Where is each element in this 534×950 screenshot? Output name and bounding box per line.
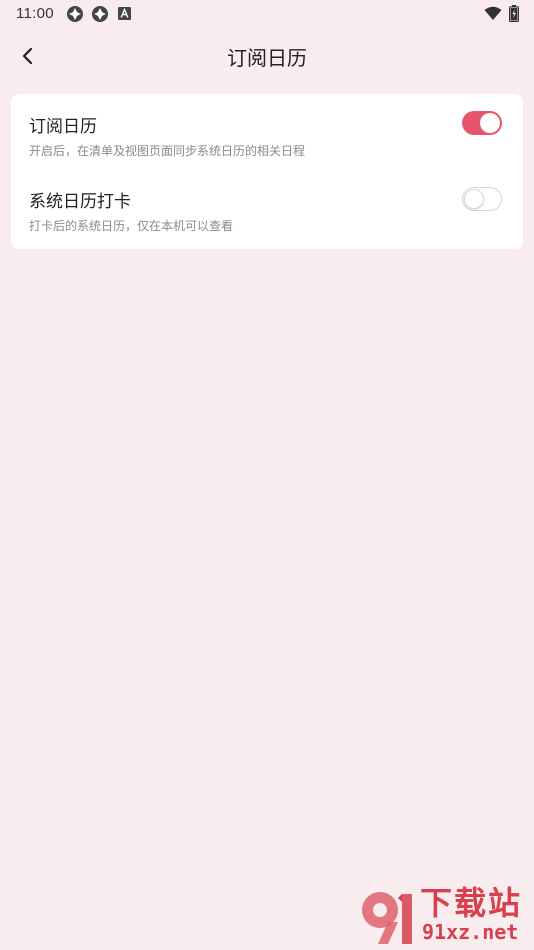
setting-description: 打卡后的系统日历，仅在本机可以查看 [29, 219, 234, 233]
app-header: 订阅日历 [0, 28, 534, 84]
setting-title: 系统日历打卡 [29, 192, 131, 212]
system-calendar-checkin-toggle[interactable] [462, 187, 502, 211]
settings-card: 订阅日历 开启后，在清单及视图页面同步系统日历的相关日程 系统日历打卡 打卡后的… [11, 94, 523, 249]
watermark-text: 下载站 [420, 884, 523, 922]
sync-icon [92, 6, 108, 22]
subscribe-calendar-toggle[interactable] [462, 111, 502, 135]
watermark: 下载站 91xz.net [358, 884, 530, 948]
battery-icon [509, 5, 519, 22]
watermark-url: 91xz.net [422, 920, 519, 944]
setting-row-subscribe-calendar: 订阅日历 开启后，在清单及视图页面同步系统日历的相关日程 [11, 94, 523, 170]
status-bar: 11:00 [0, 0, 534, 28]
sync-icon [67, 6, 83, 22]
toggle-knob [464, 188, 484, 209]
text-icon [118, 7, 131, 20]
setting-description: 开启后，在清单及视图页面同步系统日历的相关日程 [29, 144, 306, 158]
toggle-knob [480, 113, 500, 133]
wifi-icon [484, 6, 502, 20]
setting-title: 订阅日历 [29, 117, 97, 137]
status-time: 11:00 [16, 5, 54, 22]
page-title: 订阅日历 [227, 46, 307, 70]
watermark-logo [362, 892, 412, 944]
setting-row-system-calendar-checkin: 系统日历打卡 打卡后的系统日历，仅在本机可以查看 [11, 170, 523, 246]
